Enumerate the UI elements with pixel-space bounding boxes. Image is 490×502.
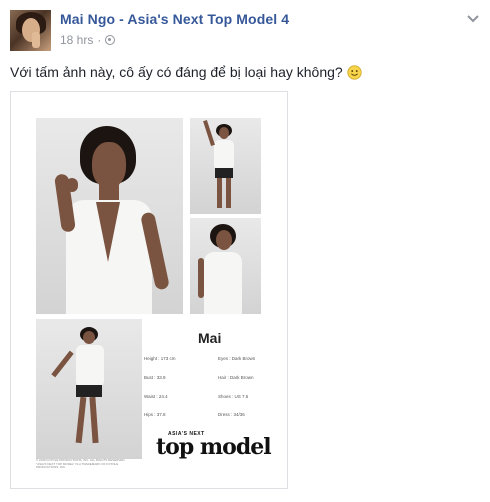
stat-hair: Hair : Dark Brown [218, 375, 254, 380]
show-logo: top model [156, 434, 272, 460]
post-caption: Với tấm ảnh này, cô ấy có đáng để bị loạ… [10, 64, 362, 80]
smiley-icon [347, 64, 362, 80]
full-body-photo-1 [190, 118, 261, 214]
stat-dress: Dress : 34/36 [218, 412, 245, 417]
facebook-post: Mai Ngo - Asia's Next Top Model 4 18 hrs… [0, 0, 490, 502]
post-meta: 18 hrs · [60, 33, 116, 47]
three-quarter-photo [190, 218, 261, 314]
comp-card-image: Mai Height : 173 cm Eyes : Dark Brown Bu… [24, 115, 274, 469]
author-name-link[interactable]: Mai Ngo - Asia's Next Top Model 4 [60, 11, 289, 27]
stat-bust: Bust : 33.9 [144, 375, 166, 380]
stat-waist: Waist : 24.4 [144, 394, 168, 399]
caption-text: Với tấm ảnh này, cô ấy có đáng để bị loạ… [10, 64, 343, 80]
timestamp-link[interactable]: 18 hrs [60, 33, 93, 47]
stat-hips: Hips : 37.8 [144, 412, 166, 417]
chevron-down-icon[interactable] [466, 14, 480, 24]
stat-eyes: Eyes : Dark Brown [218, 356, 256, 361]
meta-separator: · [97, 33, 102, 47]
globe-icon[interactable] [105, 35, 116, 45]
avatar[interactable] [10, 10, 51, 51]
portrait-photo [36, 118, 183, 314]
stat-shoes: Shoes : US 7.5 [218, 394, 249, 399]
copyright-fineprint: © 2016 FOTOLE PRODUCTIONS, INC. ALL RIGH… [36, 458, 126, 469]
model-name: Mai [198, 330, 222, 346]
full-body-photo-2 [36, 319, 142, 459]
stat-height: Height : 173 cm [144, 356, 176, 361]
